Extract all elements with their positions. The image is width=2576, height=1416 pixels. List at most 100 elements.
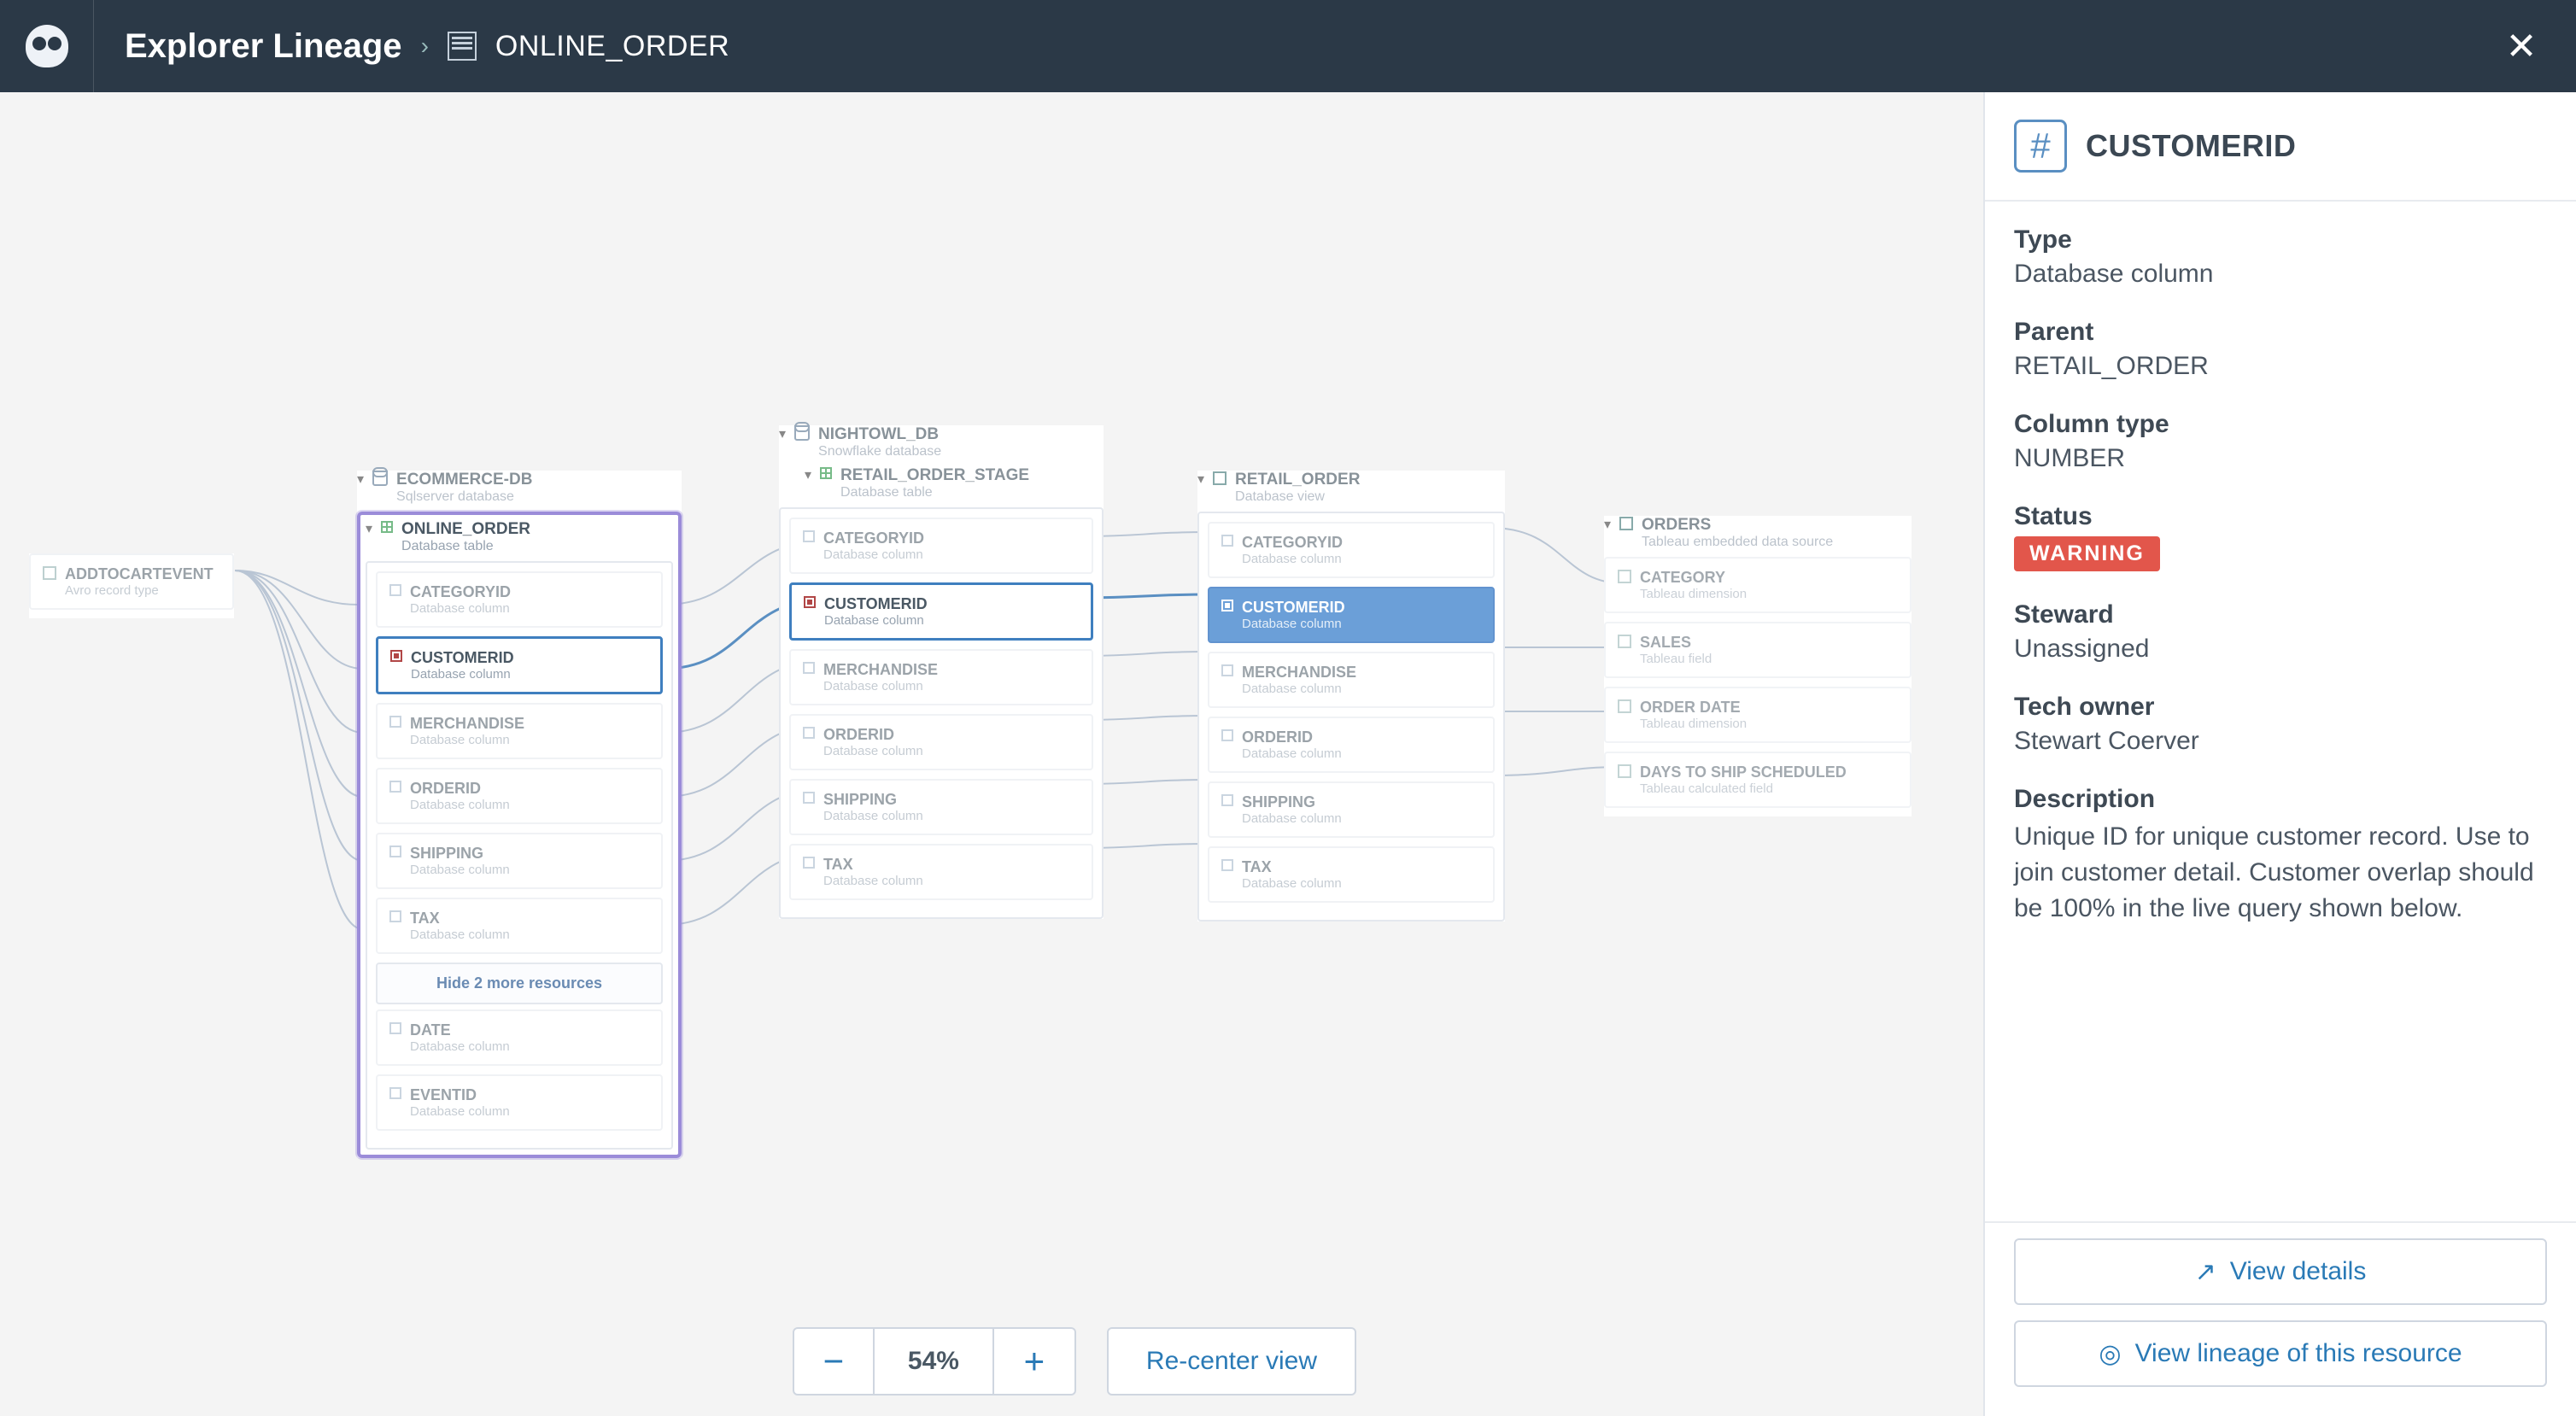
- group-orders: ▾ ORDERSTableau embedded data source CAT…: [1604, 516, 1912, 816]
- column-merchandise[interactable]: MERCHANDISEDatabase column: [789, 649, 1093, 705]
- chevron-down-icon[interactable]: ▾: [366, 520, 372, 537]
- column-name: MERCHANDISE: [1242, 664, 1356, 682]
- column-shipping[interactable]: SHIPPINGDatabase column: [376, 833, 663, 889]
- column-icon: [1221, 794, 1233, 806]
- app-logo[interactable]: [0, 0, 94, 92]
- column-name: MERCHANDISE: [823, 661, 938, 679]
- column-customerid[interactable]: CUSTOMERIDDatabase column: [376, 636, 663, 694]
- column-name: ORDERID: [410, 780, 510, 798]
- column-icon: [804, 596, 816, 608]
- column-icon: [1221, 664, 1233, 676]
- chevron-down-icon[interactable]: ▾: [1604, 516, 1611, 533]
- label-parent: Parent: [2014, 318, 2547, 347]
- header-bar: Explorer Lineage › ONLINE_ORDER ✕: [0, 0, 2576, 92]
- column-icon: [389, 1087, 401, 1099]
- column-icon: [803, 727, 815, 739]
- column-date[interactable]: DATEDatabase column: [376, 1009, 663, 1066]
- column-shipping[interactable]: SHIPPINGDatabase column: [789, 779, 1093, 835]
- column-subtype: Database column: [1242, 876, 1342, 891]
- tableau-item-days-to-ship-scheduled[interactable]: DAYS TO SHIP SCHEDULEDTableau calculated…: [1604, 752, 1912, 808]
- column-categoryid[interactable]: CATEGORYIDDatabase column: [376, 571, 663, 628]
- column-orderid[interactable]: ORDERIDDatabase column: [789, 714, 1093, 770]
- column-icon: [803, 662, 815, 674]
- tableau-field-icon: [1618, 635, 1631, 648]
- column-merchandise[interactable]: MERCHANDISEDatabase column: [376, 703, 663, 759]
- target-icon: ◎: [2099, 1339, 2121, 1369]
- label-type: Type: [2014, 225, 2547, 255]
- column-subtype: Database column: [411, 667, 514, 682]
- column-subtype: Database column: [1242, 552, 1343, 566]
- column-orderid[interactable]: ORDERIDDatabase column: [1208, 717, 1495, 773]
- table-icon: [820, 467, 832, 479]
- zoom-level[interactable]: 54%: [875, 1327, 994, 1396]
- recenter-button[interactable]: Re-center view: [1107, 1327, 1356, 1396]
- zoom-out-button[interactable]: −: [793, 1327, 875, 1396]
- avro-icon: [43, 566, 56, 580]
- node-retail-order-header[interactable]: ▾ RETAIL_ORDERDatabase view: [1197, 471, 1505, 512]
- column-icon: [1221, 859, 1233, 871]
- label-status: Status: [2014, 502, 2547, 531]
- owl-icon: [26, 25, 68, 67]
- open-external-icon: ↗: [2195, 1257, 2216, 1287]
- column-icon: [1221, 729, 1233, 741]
- tableau-item-category[interactable]: CATEGORYTableau dimension: [1604, 557, 1912, 613]
- value-description: Unique ID for unique customer record. Us…: [2014, 819, 2547, 927]
- column-name: CUSTOMERID: [1242, 599, 1345, 617]
- column-categoryid[interactable]: CATEGORYIDDatabase column: [789, 518, 1093, 574]
- view-icon: [1213, 471, 1227, 485]
- label-coltype: Column type: [2014, 410, 2547, 439]
- view-details-button[interactable]: ↗View details: [2014, 1238, 2547, 1305]
- value-parent[interactable]: RETAIL_ORDER: [2014, 352, 2547, 381]
- column-name: DATE: [410, 1021, 510, 1039]
- column-merchandise[interactable]: MERCHANDISEDatabase column: [1208, 652, 1495, 708]
- status-badge-warning: WARNING: [2014, 536, 2160, 571]
- chevron-down-icon[interactable]: ▾: [779, 425, 786, 442]
- tableau-item-sales[interactable]: SALESTableau field: [1604, 622, 1912, 678]
- hide-more-button[interactable]: Hide 2 more resources: [376, 963, 663, 1004]
- node-nightowl-header[interactable]: ▾ NIGHTOWL_DBSnowflake database: [779, 425, 1104, 466]
- tableau-item-order-date[interactable]: ORDER DATETableau dimension: [1604, 687, 1912, 743]
- column-subtype: Database column: [1242, 617, 1345, 631]
- column-subtype: Database column: [410, 863, 510, 877]
- column-tax[interactable]: TAXDatabase column: [789, 844, 1093, 900]
- column-name: TAX: [823, 856, 923, 874]
- node-online-order-header[interactable]: ▾ ONLINE_ORDERDatabase table: [366, 520, 673, 561]
- column-tax[interactable]: TAXDatabase column: [376, 898, 663, 954]
- column-icon: [389, 910, 401, 922]
- tableau-field-icon: [1618, 764, 1631, 778]
- column-categoryid[interactable]: CATEGORYIDDatabase column: [1208, 522, 1495, 578]
- value-steward: Unassigned: [2014, 635, 2547, 664]
- tableau-field-icon: [1618, 570, 1631, 583]
- lineage-canvas[interactable]: ADDTOCARTEVENTAvro record type ▾ ECOMMER…: [0, 92, 1983, 1416]
- column-name: SHIPPING: [823, 791, 923, 809]
- node-retail-stage-header[interactable]: ▾ RETAIL_ORDER_STAGEDatabase table: [805, 466, 1104, 507]
- column-customerid[interactable]: CUSTOMERIDDatabase column: [789, 582, 1093, 641]
- column-name: SHIPPING: [1242, 793, 1342, 811]
- view-lineage-button[interactable]: ◎View lineage of this resource: [2014, 1320, 2547, 1387]
- breadcrumb-resource[interactable]: ONLINE_ORDER: [495, 30, 729, 63]
- chevron-down-icon[interactable]: ▾: [805, 466, 811, 483]
- chevron-down-icon[interactable]: ▾: [1197, 471, 1204, 488]
- node-addtocartevent[interactable]: ADDTOCARTEVENTAvro record type: [29, 553, 234, 618]
- column-subtype: Database column: [823, 547, 924, 562]
- zoom-in-button[interactable]: +: [994, 1327, 1076, 1396]
- panel-resource-name: CUSTOMERID: [2086, 128, 2296, 164]
- table-icon: [381, 521, 393, 533]
- node-ecommerce-db-header[interactable]: ▾ ECOMMERCE-DBSqlserver database: [357, 471, 682, 512]
- chevron-down-icon[interactable]: ▾: [357, 471, 364, 488]
- column-shipping[interactable]: SHIPPINGDatabase column: [1208, 781, 1495, 838]
- node-orders-header[interactable]: ▾ ORDERSTableau embedded data source: [1604, 516, 1912, 557]
- column-name: TAX: [1242, 858, 1342, 876]
- column-subtype: Database column: [410, 601, 511, 616]
- value-techowner[interactable]: Stewart Coerver: [2014, 727, 2547, 756]
- database-icon: [794, 425, 810, 441]
- column-subtype: Database column: [1242, 746, 1342, 761]
- column-customerid[interactable]: CUSTOMERIDDatabase column: [1208, 587, 1495, 643]
- column-orderid[interactable]: ORDERIDDatabase column: [376, 768, 663, 824]
- column-eventid[interactable]: EVENTIDDatabase column: [376, 1074, 663, 1131]
- column-tax[interactable]: TAXDatabase column: [1208, 846, 1495, 903]
- column-name: ORDERID: [1242, 728, 1342, 746]
- column-subtype: Database column: [1242, 811, 1342, 826]
- column-subtype: Database column: [823, 874, 923, 888]
- close-button[interactable]: ✕: [2501, 26, 2542, 67]
